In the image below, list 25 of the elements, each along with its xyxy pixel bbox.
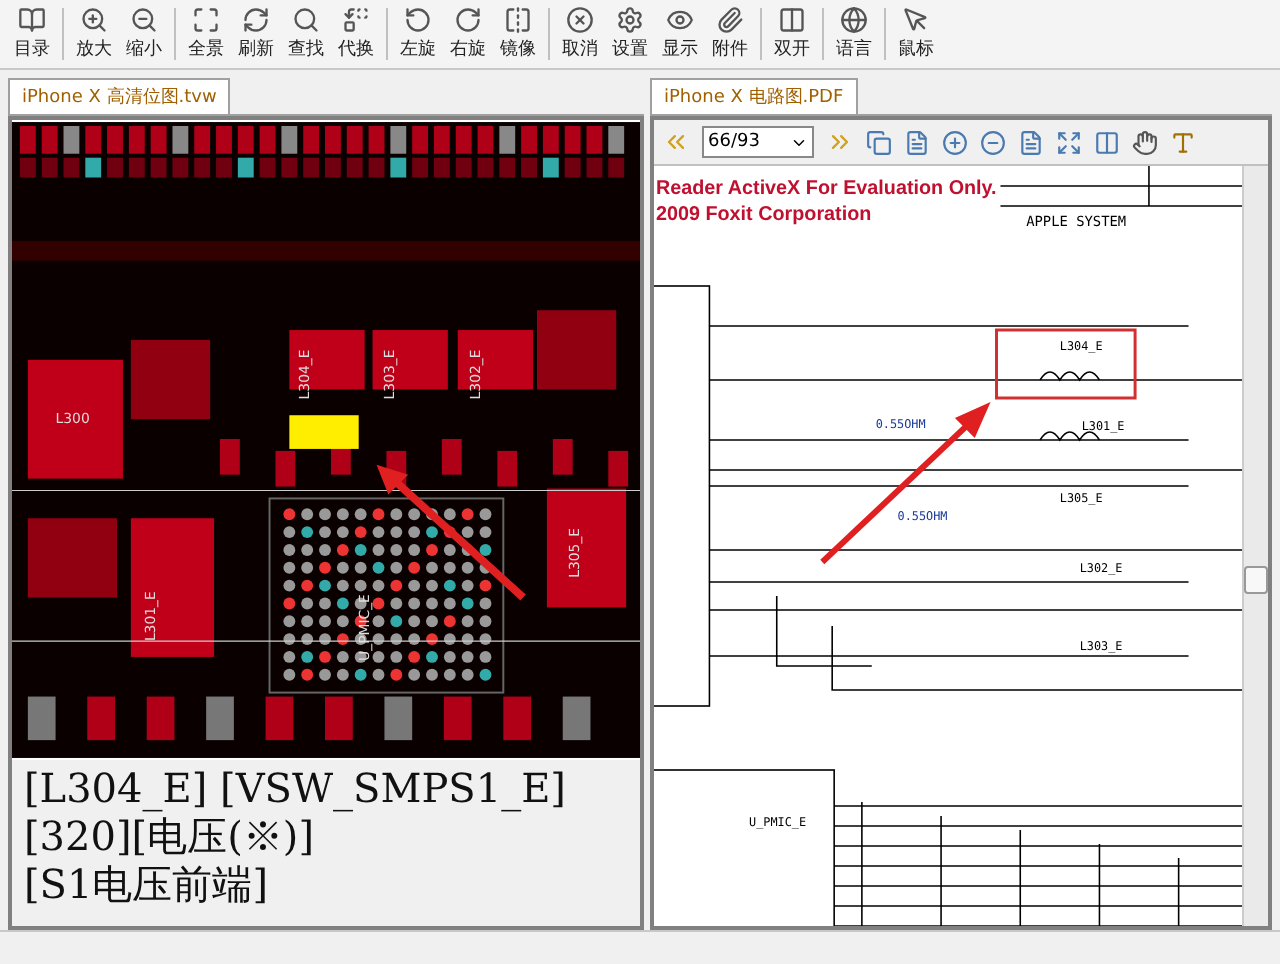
page-field[interactable]: 66/93 xyxy=(702,126,814,158)
toolbar-button[interactable]: 放大 xyxy=(70,4,118,64)
info-text: [S1电压前端] xyxy=(24,860,271,908)
document-tab[interactable]: iPhone X 电路图.PDF xyxy=(650,78,858,114)
toolbar-button[interactable]: 语言 xyxy=(830,4,878,64)
toolbar-button[interactable]: 设置 xyxy=(606,4,654,64)
toolbar-button[interactable]: 左旋 xyxy=(394,4,442,64)
info-text: [L304_E] [VSW_SMPS1_E] xyxy=(24,764,568,812)
toolbar-button[interactable]: 右旋 xyxy=(444,4,492,64)
toolbar-button[interactable]: 双开 xyxy=(768,4,816,64)
toolbar-button[interactable]: 缩小 xyxy=(120,4,168,64)
toolbar-button[interactable]: 刷新 xyxy=(232,4,280,64)
toolbar-button[interactable]: 全景 xyxy=(182,4,230,64)
document-tab[interactable]: iPhone X 高清位图.tvw xyxy=(8,78,231,114)
watermark-text: 2009 Foxit Corporation xyxy=(656,203,872,227)
toolbar-button[interactable]: 代换 xyxy=(332,4,380,64)
toolbar-button[interactable]: 查找 xyxy=(282,4,330,64)
toolbar-button[interactable]: 鼠标 xyxy=(892,4,940,64)
toolbar-button[interactable]: 取消 xyxy=(556,4,604,64)
toolbar-button[interactable]: 显示 xyxy=(656,4,704,64)
toolbar-button[interactable]: 附件 xyxy=(706,4,754,64)
watermark-text: Reader ActiveX For Evaluation Only. xyxy=(656,177,997,201)
toolbar-button[interactable]: 目录 xyxy=(8,4,56,64)
info-text: [320][电压(※)] xyxy=(24,812,316,860)
toolbar-button[interactable]: 镜像 xyxy=(494,4,542,64)
